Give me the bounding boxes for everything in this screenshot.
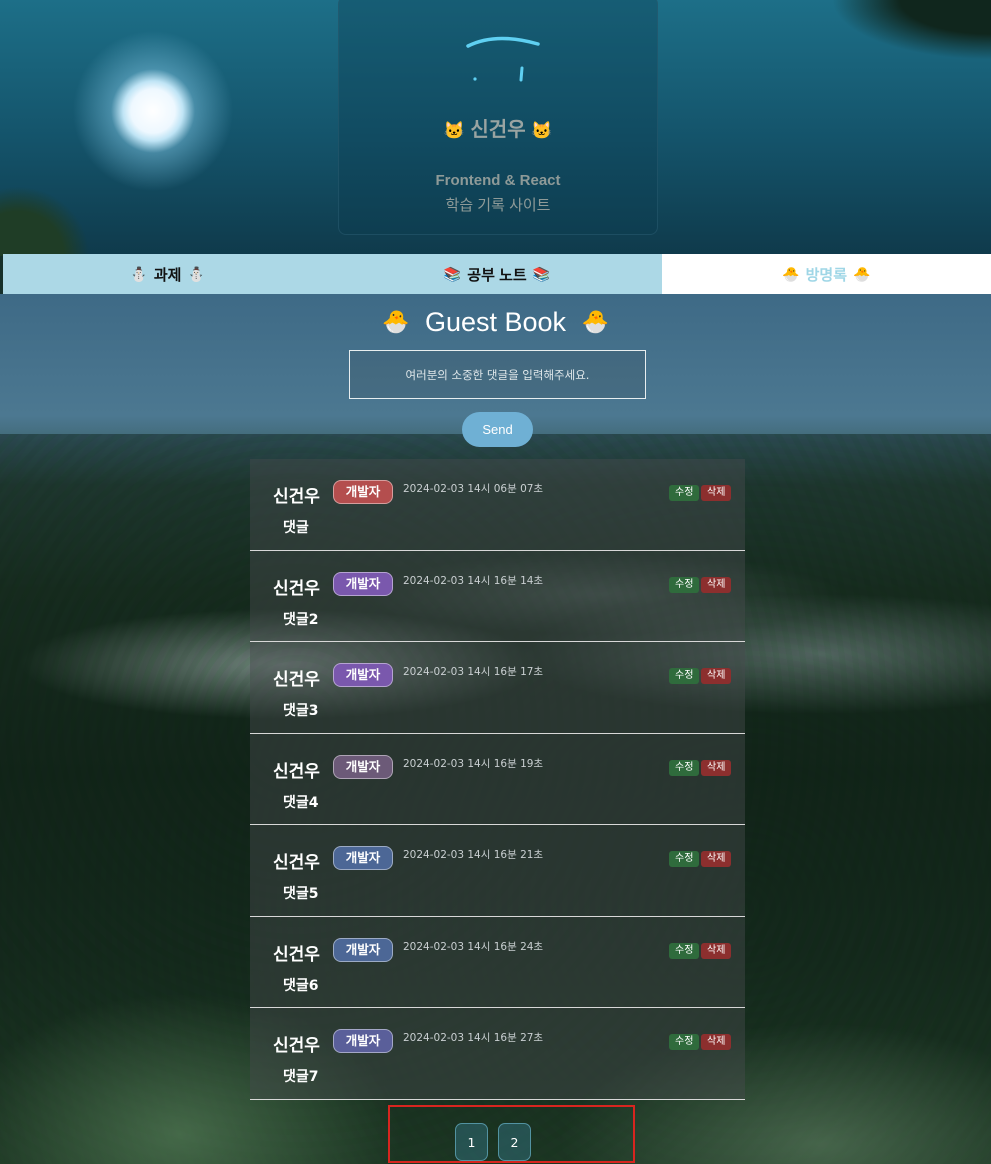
delete-button[interactable]: 삭제: [701, 485, 732, 501]
comment-text: 댓글7: [283, 1069, 319, 1085]
comment-timestamp: 2024-02-03 14시 16분 17초: [403, 666, 544, 678]
hatching-chick-icon: 🐣: [382, 309, 410, 334]
edit-button[interactable]: 수정: [669, 485, 700, 501]
tab-label: 방명록: [805, 266, 848, 284]
tab-label: 공부 노트: [467, 266, 527, 284]
role-badge: 개발자: [333, 480, 393, 504]
role-badge: 개발자: [333, 937, 393, 962]
comment-author: 신건우: [273, 944, 320, 965]
comment-item: 신건우 개발자 2024-02-03 14시 16분 19초 수정 삭제 댓글4: [250, 734, 745, 825]
comment-author: 신건우: [273, 578, 320, 599]
comment-item: 신건우 개발자 2024-02-03 14시 16분 21초 수정 삭제 댓글5: [250, 825, 745, 917]
comment-author: 신건우: [273, 670, 320, 690]
tab-label: 과제: [153, 266, 182, 284]
comment-author: 신건우: [273, 761, 320, 782]
comment-item: 신건우 개발자 2024-02-03 14시 16분 17초 수정 삭제 댓글3: [250, 642, 745, 734]
comment-author: 신건우: [273, 1036, 320, 1056]
guestbook-title-text: Guest Book: [424, 307, 567, 337]
delete-button[interactable]: 삭제: [701, 576, 732, 593]
comment-text: 댓글5: [283, 886, 319, 902]
snowman-icon: ⛄: [130, 265, 148, 282]
edit-button[interactable]: 수정: [669, 942, 700, 959]
page-button-2[interactable]: 2: [498, 1123, 531, 1161]
books-icon: 📚: [532, 265, 551, 282]
delete-button[interactable]: 삭제: [701, 759, 732, 776]
comment-timestamp: 2024-02-03 14시 16분 21초: [403, 849, 544, 861]
comment-text: 댓글6: [283, 977, 319, 994]
comment-item: 신건우 개발자 2024-02-03 14시 16분 27초 수정 삭제 댓글7: [250, 1008, 745, 1100]
profile-name-text: 신건우: [470, 119, 526, 141]
delete-button[interactable]: 삭제: [701, 668, 732, 684]
comment-input[interactable]: [349, 350, 646, 399]
tab-study-notes[interactable]: 📚 공부 노트 📚: [332, 254, 662, 294]
comment-timestamp: 2024-02-03 14시 16분 27초: [403, 1032, 544, 1044]
comment-item: 신건우 개발자 2024-02-03 14시 16분 14초 수정 삭제 댓글2: [250, 551, 745, 642]
snowman-icon: ⛄: [187, 265, 205, 282]
hatching-chick-icon: 🐣: [853, 265, 871, 282]
tab-guestbook[interactable]: 🐣 방명록 🐣: [661, 254, 991, 294]
edit-button[interactable]: 수정: [669, 1034, 700, 1050]
role-badge: 개발자: [333, 846, 393, 870]
hatching-chick-icon: 🐣: [581, 309, 609, 334]
role-badge: 개발자: [333, 1029, 393, 1053]
comment-item: 신건우 개발자 2024-02-03 14시 16분 24초 수정 삭제 댓글6: [250, 917, 745, 1008]
comment-author: 신건우: [273, 853, 320, 873]
comment-timestamp: 2024-02-03 14시 16분 19초: [403, 757, 544, 770]
delete-button[interactable]: 삭제: [701, 851, 732, 867]
profile-subtitle-line1: Frontend & React: [435, 172, 561, 189]
comment-text: 댓글3: [283, 703, 319, 719]
main-nav: ⛄ 과제 ⛄ 📚 공부 노트 📚 🐣 방명록 🐣: [3, 254, 991, 294]
role-badge: 개발자: [333, 754, 393, 779]
comment-timestamp: 2024-02-03 14시 16분 24초: [403, 940, 544, 953]
guestbook-title: 🐣 Guest Book 🐣: [0, 307, 991, 338]
edit-button[interactable]: 수정: [669, 668, 700, 684]
pagination: 1 2: [388, 1105, 635, 1163]
comment-list: 신건우 개발자 2024-02-03 14시 06분 07초 수정 삭제 댓글 …: [250, 459, 745, 1100]
comment-text: 댓글4: [283, 794, 319, 811]
comment-item: 신건우 개발자 2024-02-03 14시 06분 07초 수정 삭제 댓글: [250, 459, 745, 551]
comment-timestamp: 2024-02-03 14시 06분 07초: [403, 483, 544, 495]
books-icon: 📚: [443, 265, 462, 282]
edit-button[interactable]: 수정: [669, 576, 700, 593]
comment-text: 댓글2: [283, 611, 319, 628]
cat-face-icon: 🐱: [531, 121, 553, 140]
role-badge: 개발자: [333, 663, 393, 687]
send-button[interactable]: Send: [462, 412, 533, 447]
tree-silhouette-left: [0, 186, 90, 256]
comment-timestamp: 2024-02-03 14시 16분 14초: [403, 574, 544, 587]
edit-button[interactable]: 수정: [669, 851, 700, 867]
comment-text: 댓글: [283, 520, 309, 536]
hatching-chick-icon: 🐣: [782, 265, 800, 282]
profile-subtitle-line2: 학습 기록 사이트: [445, 197, 551, 214]
delete-button[interactable]: 삭제: [701, 942, 732, 959]
page-button-1[interactable]: 1: [455, 1123, 488, 1161]
edit-button[interactable]: 수정: [669, 759, 700, 776]
tab-assignments[interactable]: ⛄ 과제 ⛄: [3, 254, 333, 294]
loading-spinner-icon: [466, 36, 540, 82]
profile-name: 🐱 신건우 🐱: [338, 113, 658, 142]
role-badge: 개발자: [333, 571, 393, 596]
tree-silhouette-right: [831, 0, 991, 60]
cat-face-icon: 🐱: [443, 121, 465, 140]
delete-button[interactable]: 삭제: [701, 1034, 732, 1050]
comment-author: 신건우: [273, 487, 320, 507]
